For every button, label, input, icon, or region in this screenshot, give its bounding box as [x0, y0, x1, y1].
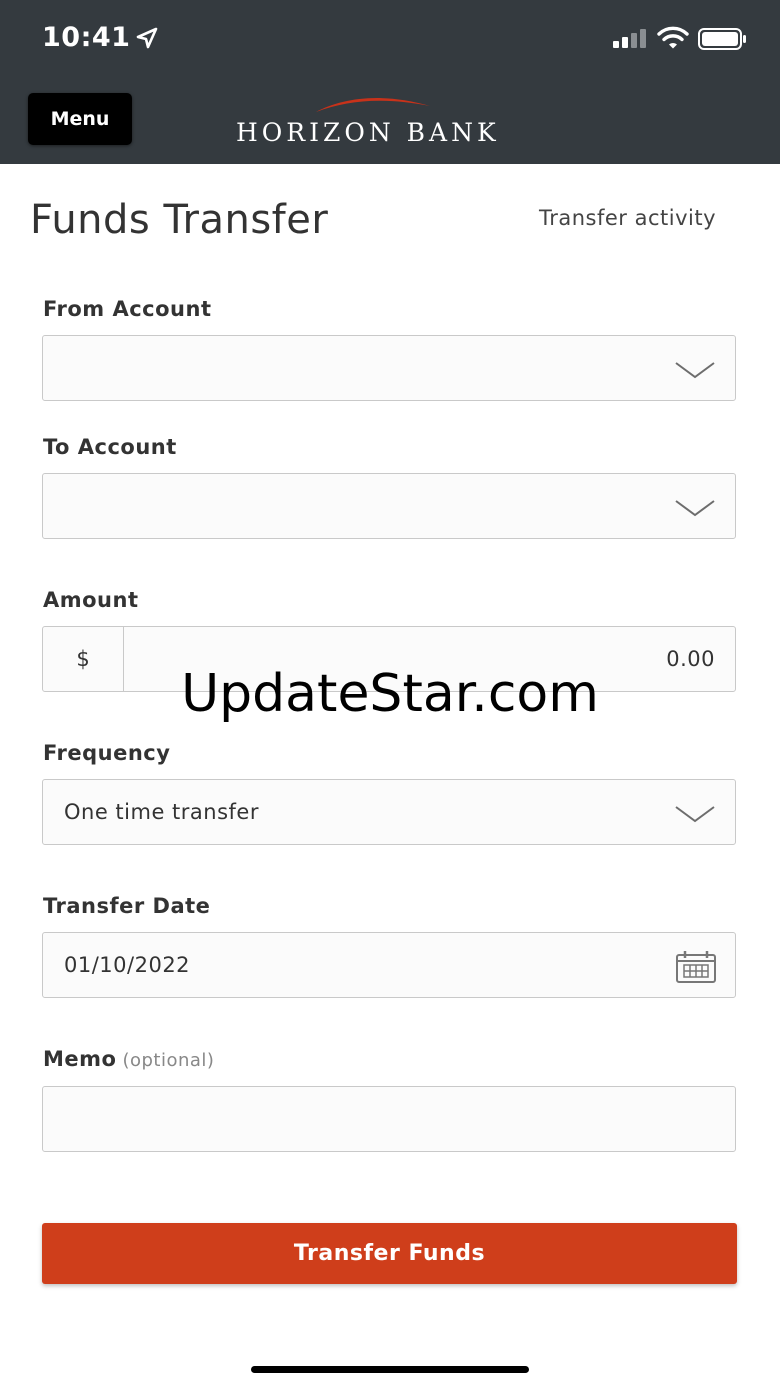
amount-input[interactable]: 0.00 [124, 627, 735, 691]
memo-label-text: Memo [43, 1047, 117, 1071]
from-account-label: From Account [43, 297, 212, 321]
amount-label: Amount [43, 588, 139, 612]
page-title: Funds Transfer [30, 197, 329, 243]
to-account-label: To Account [43, 435, 177, 459]
memo-optional-hint: (optional) [122, 1050, 215, 1071]
from-account-select[interactable] [42, 335, 736, 401]
chevron-down-icon [675, 500, 715, 517]
home-indicator[interactable] [251, 1366, 529, 1373]
cellular-signal-icon [613, 29, 646, 48]
battery-icon [698, 28, 746, 50]
transfer-funds-button[interactable]: Transfer Funds [42, 1223, 737, 1284]
transfer-date-label: Transfer Date [43, 894, 211, 918]
frequency-select[interactable]: One time transfer [42, 779, 736, 845]
amount-field: $ 0.00 [42, 626, 736, 692]
chevron-down-icon [675, 806, 715, 823]
memo-input[interactable] [42, 1086, 736, 1152]
menu-button[interactable]: Menu [28, 93, 132, 145]
currency-symbol: $ [43, 627, 124, 691]
calendar-icon[interactable] [675, 950, 717, 984]
status-time-text: 10:41 [42, 22, 131, 53]
transfer-activity-link[interactable]: Transfer activity [539, 206, 716, 230]
app-header: 10:41 Menu HORIZON BANK [0, 0, 780, 164]
bank-logo-text: HORIZON BANK [236, 118, 500, 147]
frequency-value: One time transfer [64, 800, 259, 824]
location-arrow-icon [137, 27, 158, 48]
status-time: 10:41 [42, 22, 158, 53]
logo-swoosh-icon [316, 98, 430, 112]
frequency-label: Frequency [43, 741, 171, 765]
transfer-date-field[interactable]: 01/10/2022 [42, 932, 736, 998]
chevron-down-icon [675, 362, 715, 379]
wifi-icon [657, 26, 689, 49]
to-account-select[interactable] [42, 473, 736, 539]
transfer-date-value: 01/10/2022 [64, 953, 191, 977]
memo-label: Memo (optional) [43, 1047, 214, 1071]
